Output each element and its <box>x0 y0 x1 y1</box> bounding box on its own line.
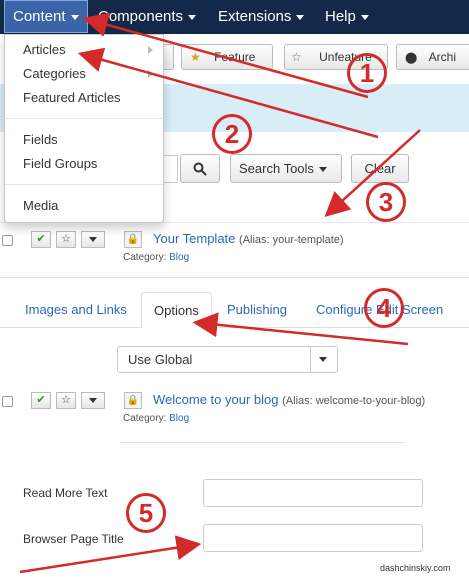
arrow-5 <box>19 535 202 574</box>
annotation-badge-1: 1 <box>347 53 387 93</box>
badge-number: 3 <box>378 187 394 217</box>
annotation-badge-2: 2 <box>212 114 252 154</box>
annotation-badge-3: 3 <box>366 182 406 222</box>
annotation-badge-5: 5 <box>126 493 166 533</box>
annotation-arrows <box>19 12 421 574</box>
badge-number: 4 <box>376 293 392 323</box>
arrow-1 <box>82 12 369 99</box>
badge-number: 2 <box>224 119 240 149</box>
badge-number: 5 <box>138 498 154 528</box>
badge-number: 1 <box>359 58 375 88</box>
annotation-badge-4: 4 <box>364 288 404 328</box>
